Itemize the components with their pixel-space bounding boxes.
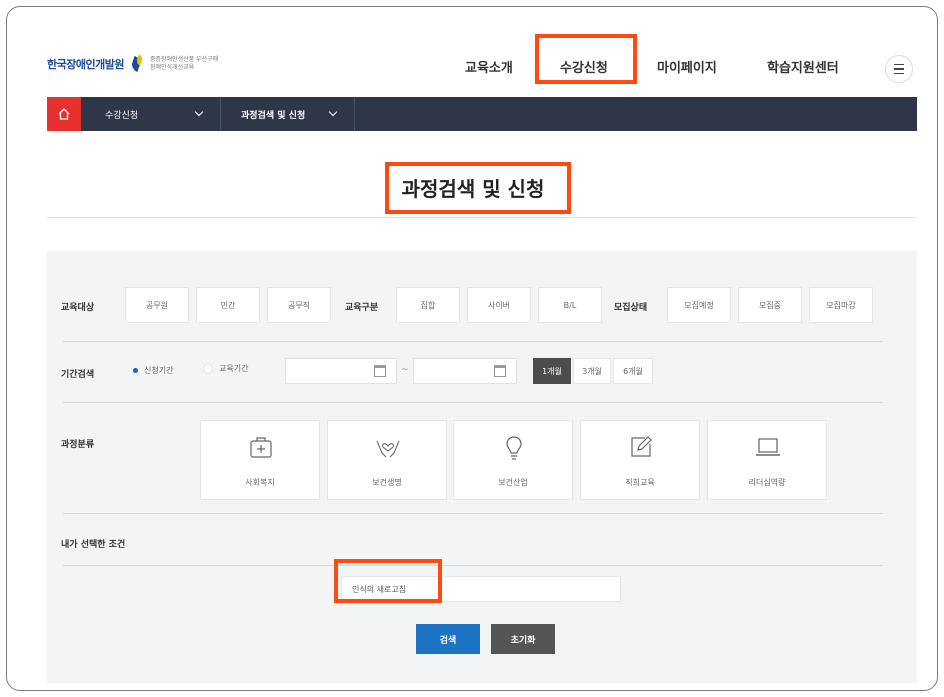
breadcrumb-item-enrollment[interactable]: 수강신청 [81,97,221,131]
date-from-input[interactable] [285,358,397,384]
nav-enrollment[interactable]: 수강신청 [560,57,608,76]
label-education-type: 교육구분 [345,303,379,313]
divider [63,341,883,342]
date-separator: ~ [401,365,409,375]
category-social-welfare[interactable]: 사회복지 [200,420,320,500]
chip-target-public-service[interactable]: 공무직 [267,287,331,323]
lightbulb-icon [506,436,522,460]
selected-condition-input[interactable]: 인식의 새로고침 [341,576,621,602]
nav-course-intro[interactable]: 교육소개 [465,57,513,76]
chip-type-offline[interactable]: 집합 [396,287,460,323]
breadcrumb-item-course-search[interactable]: 과정검색 및 신청 [221,97,355,131]
category-health-life[interactable]: 보건생명 [327,420,447,500]
label-period-search: 기간검색 [61,370,95,380]
category-job-training[interactable]: 직희교육 [580,420,700,500]
period-6-month-button[interactable]: 6개월 [613,358,653,384]
category-health-industry[interactable]: 보건산업 [453,420,573,500]
laptop-icon [756,438,780,456]
reset-button[interactable]: 초기화 [491,624,555,654]
label-selected-conditions: 내가 선택한 조건 [61,540,126,550]
hands-heart-icon [376,440,400,458]
hamburger-menu-button[interactable] [885,55,913,83]
chip-status-closed[interactable]: 모집마감 [809,287,873,323]
nav-learning-support[interactable]: 학습지원센터 [767,57,839,76]
chevron-down-icon [328,107,338,117]
search-button[interactable]: 검색 [416,624,480,654]
divider [63,513,883,514]
divider [63,402,883,403]
category-leadership[interactable]: 리더십역량 [707,420,827,500]
chip-status-upcoming[interactable]: 모집예정 [667,287,731,323]
top-navigation: 교육소개 수강신청 마이페이지 학습지원센터 [7,57,937,81]
chip-type-blended[interactable]: B/L [538,287,602,323]
breadcrumb: 수강신청 과정검색 및 신청 [47,97,917,131]
label-course-category: 과정분류 [61,440,95,450]
title-divider [47,217,917,218]
period-1-month-button[interactable]: 1개월 [533,358,571,384]
browser-frame: 한국장애인개발원 중증장애인생산품 우선구매 장애인식개선교육 교육소개 수강신… [6,6,938,691]
radio-selected-icon [133,368,138,373]
label-recruit-status: 모집상태 [614,303,648,313]
radio-education-period[interactable]: 교육기간 [203,363,248,374]
first-aid-kit-icon [250,437,272,458]
label-education-target: 교육대상 [61,303,95,313]
chip-type-cyber[interactable]: 사이버 [467,287,531,323]
edit-note-icon [631,436,652,457]
calendar-icon[interactable] [494,365,506,377]
page-title: 과정검색 및 신청 [401,177,545,201]
home-icon[interactable] [47,97,81,131]
period-3-month-button[interactable]: 3개월 [573,358,611,384]
divider [63,565,883,566]
radio-application-period[interactable]: 신청기간 [133,365,173,376]
chip-status-open[interactable]: 모집중 [738,287,802,323]
nav-mypage[interactable]: 마이페이지 [657,57,717,76]
chevron-down-icon [194,107,204,117]
chip-target-public[interactable]: 공무원 [125,287,189,323]
radio-unselected-icon [203,363,213,374]
calendar-icon[interactable] [374,365,386,377]
chip-target-private[interactable]: 민간 [196,287,260,323]
search-panel: 교육대상 공무원 민간 공무직 교육구분 집합 사이버 B/L 모집상태 모집예… [47,251,917,683]
date-to-input[interactable] [413,358,517,384]
